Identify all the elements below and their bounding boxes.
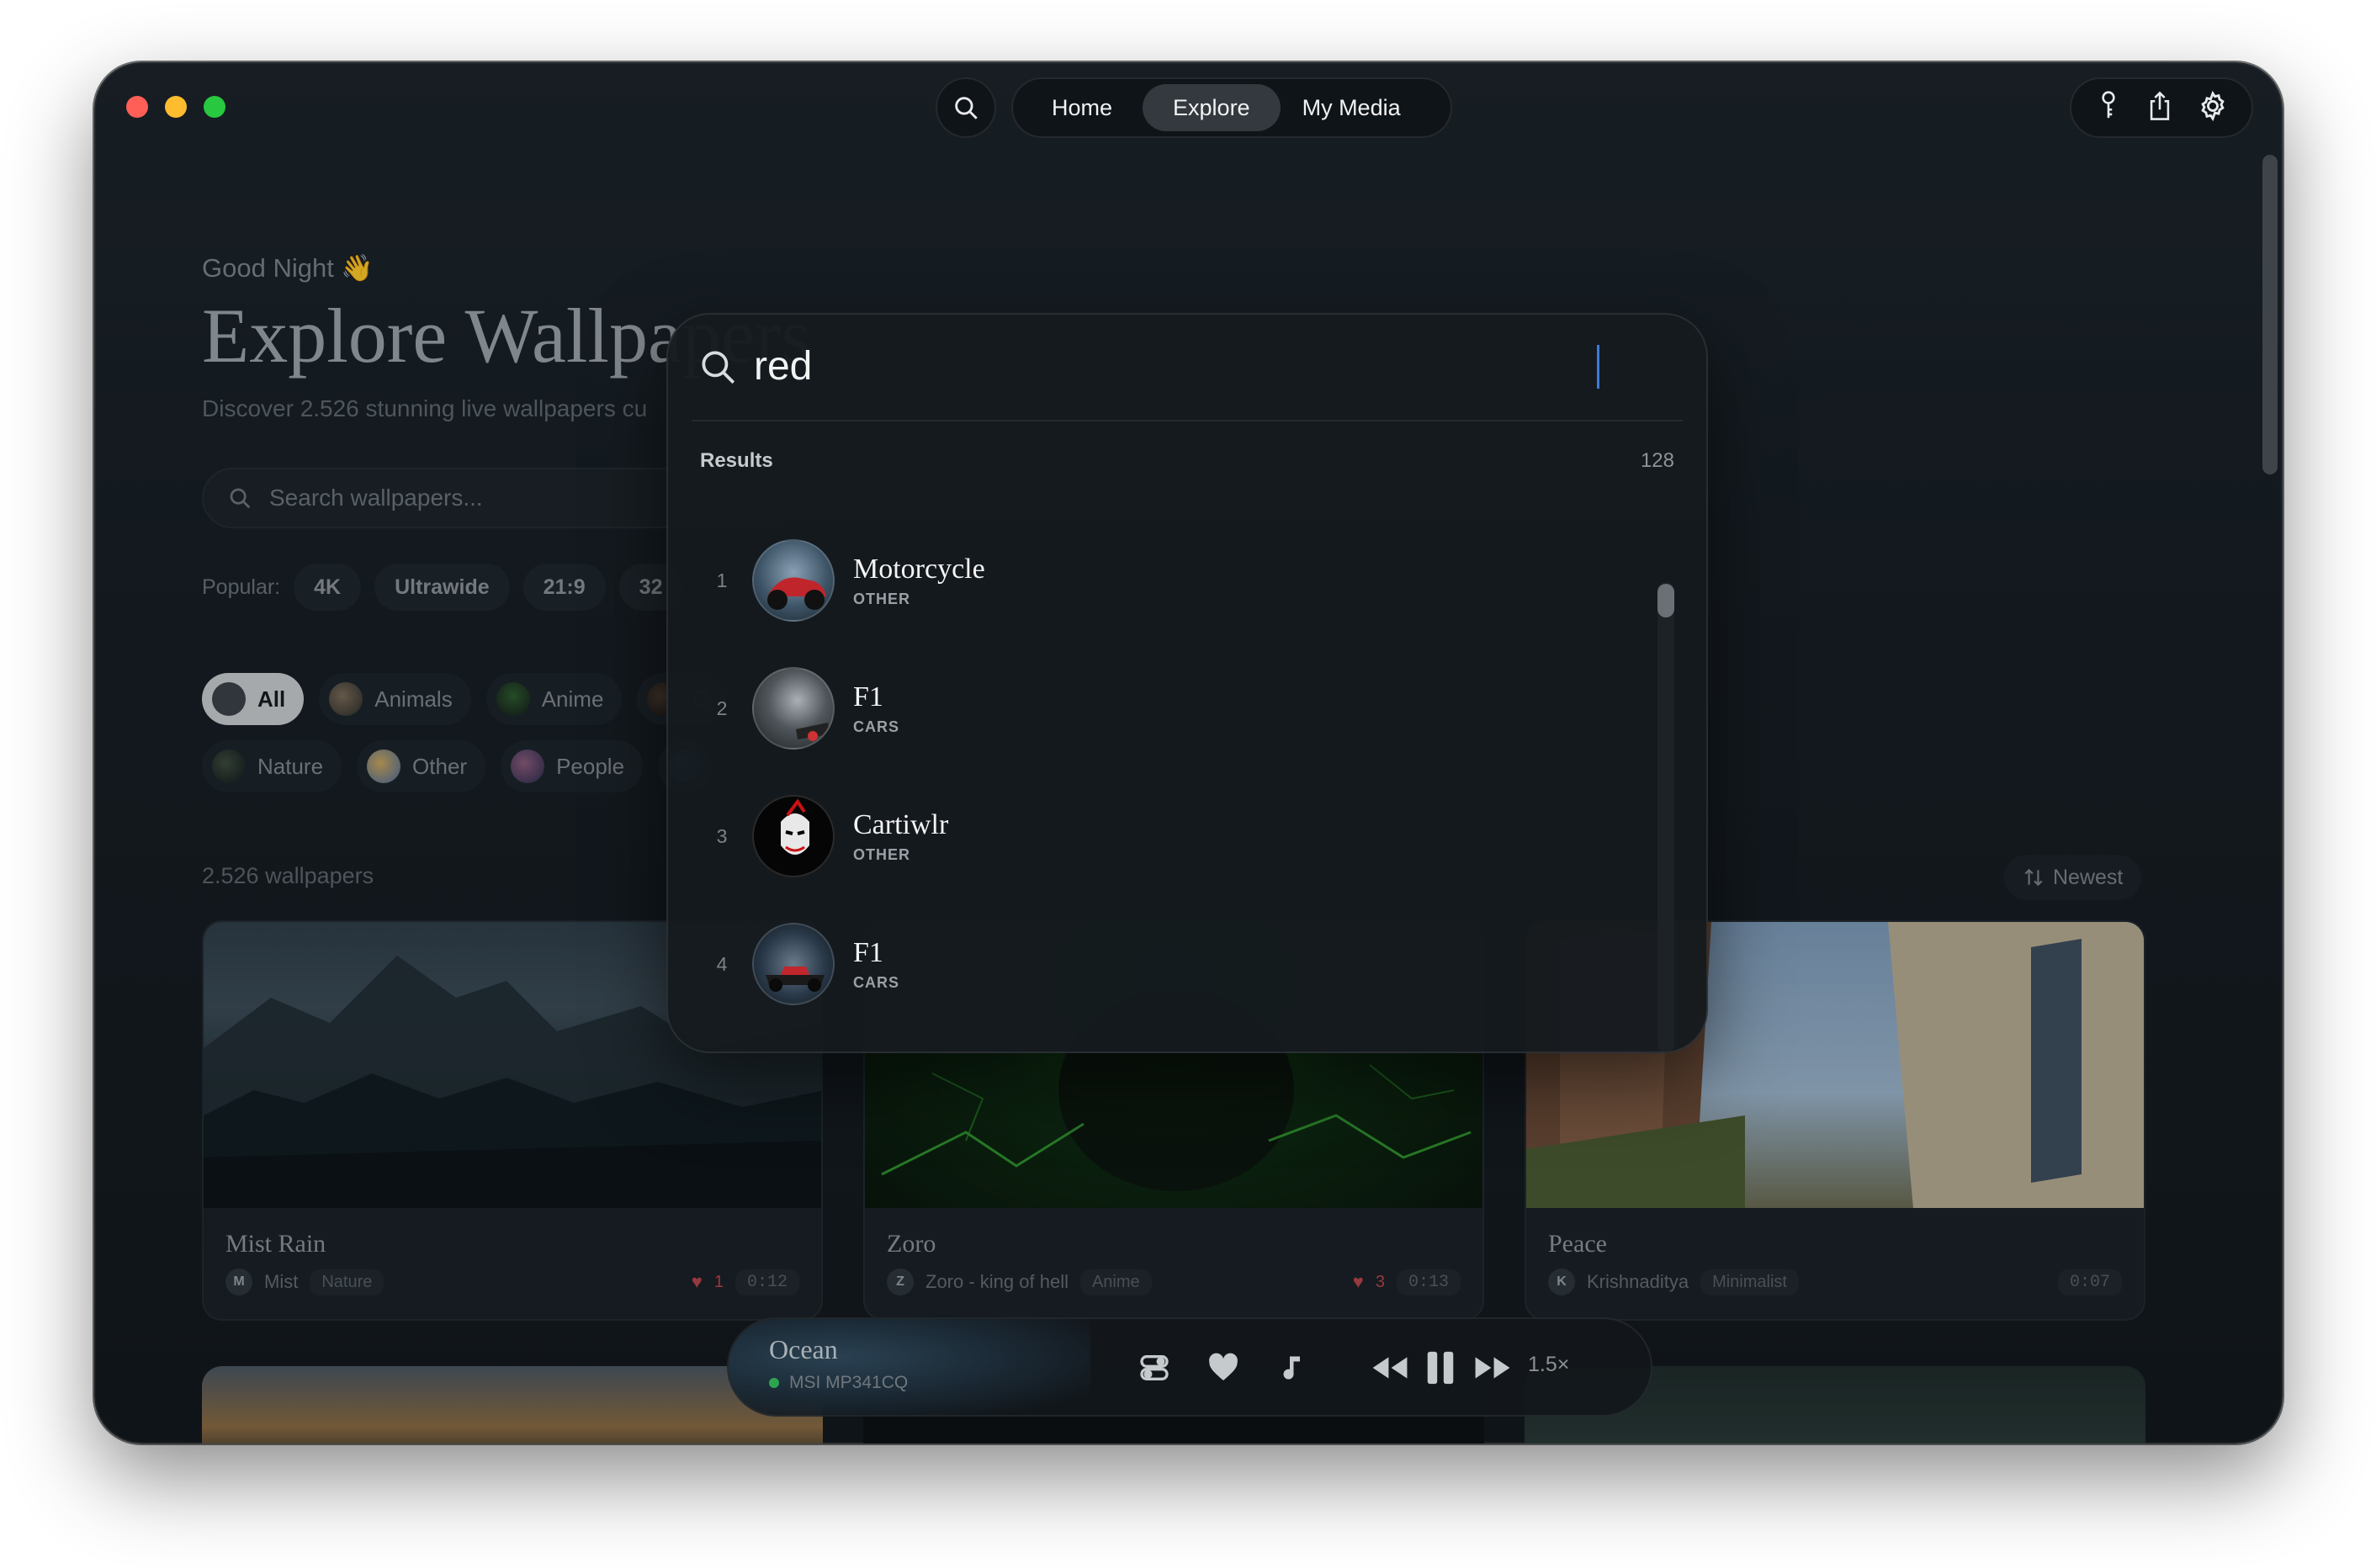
fast-forward-button[interactable] [1469,1344,1516,1391]
close-window-button[interactable] [126,96,148,118]
fast-forward-icon [1475,1357,1510,1379]
global-search-button[interactable] [936,77,996,138]
live-status-dot [769,1378,779,1388]
tab-home[interactable]: Home [1021,84,1143,131]
search-overlay: red Results 128 1 Motorcycle OTHER 2 F1 … [666,313,1708,1053]
player-title: Ocean [769,1334,838,1364]
result-category: CARS [853,973,900,991]
result-name: Motorcycle [853,553,985,585]
key-icon [2102,90,2115,118]
toggle-button[interactable] [1131,1344,1178,1391]
result-index: 2 [716,697,728,719]
result-text: Motorcycle OTHER [853,554,985,608]
toolbar-actions [2070,77,2253,138]
overlay-divider [692,420,1683,421]
result-text: Cartiwlr OTHER [853,809,948,864]
result-thumbnail [752,667,835,750]
tab-my-media[interactable]: My Media [1281,84,1423,131]
key-button[interactable] [2094,90,2123,126]
result-item[interactable]: 4 F1 CARS [700,900,1673,1028]
result-item[interactable]: 3 Cartiwlr OTHER [700,772,1673,900]
settings-button[interactable] [2197,90,2229,126]
minimize-window-button[interactable] [165,96,187,118]
gear-icon [2200,90,2225,121]
music-note-icon [1283,1356,1300,1380]
result-thumbnail [752,795,835,877]
result-thumbnail [752,539,835,622]
now-playing-bar: Ocean MSI MP341CQ 1.5× [727,1317,1652,1417]
results-scrollbar[interactable] [1657,582,1674,1052]
result-thumbnail [752,923,835,1005]
result-name: F1 [853,936,883,968]
result-item[interactable]: 1 Motorcycle OTHER [700,516,1673,644]
favorite-button[interactable] [1200,1344,1247,1391]
pause-button[interactable] [1417,1344,1464,1391]
page-scrollbar[interactable] [2262,155,2278,474]
results-header: Results 128 [700,449,1674,473]
share-button[interactable] [2145,90,2174,126]
main-nav: Home Explore My Media [1011,77,1452,138]
f1-car-image [796,723,830,741]
results-label: Results [700,449,773,472]
joker-image [781,798,809,855]
result-index: 1 [716,569,728,591]
result-item-partial[interactable] [700,1028,1673,1052]
rewind-icon [1372,1357,1408,1379]
rewind-button[interactable] [1366,1344,1413,1391]
result-item[interactable]: 2 F1 CARS [700,644,1673,772]
result-category: OTHER [853,845,910,863]
toggles-icon [1140,1355,1169,1380]
overlay-search-field: red [754,340,1599,394]
display-name: MSI MP341CQ [789,1373,909,1392]
player-display: MSI MP341CQ [769,1373,908,1393]
share-icon [2150,91,2170,120]
result-index: 4 [716,952,728,975]
result-text: F1 CARS [853,937,899,992]
search-icon [955,97,978,119]
tab-explore[interactable]: Explore [1143,84,1281,131]
pause-icon [1427,1351,1454,1385]
window-controls [126,96,225,118]
result-name: F1 [853,681,883,712]
motorcycle-image [767,577,826,610]
app-window: Good Night 👋 Explore Wallpapers Discover… [94,62,2283,1444]
result-name: Cartiwlr [853,808,949,840]
result-category: OTHER [853,590,910,607]
playback-speed-button[interactable]: 1.5× [1528,1353,1569,1377]
results-count: 128 [1640,449,1674,472]
overlay-search-bar: red [697,340,1599,394]
heart-icon [1209,1353,1238,1380]
f1-car-image [766,967,825,992]
overlay-search-input[interactable]: red [754,340,1595,394]
result-category: CARS [853,718,900,735]
text-caret [1597,345,1599,389]
music-button[interactable] [1269,1344,1316,1391]
search-icon [702,351,735,384]
results-scrollbar-thumb[interactable] [1657,584,1674,617]
zoom-window-button[interactable] [204,96,225,118]
results-list: 1 Motorcycle OTHER 2 F1 CARS 3 Cartiwlr … [700,516,1673,1052]
result-index: 3 [716,824,728,847]
result-text: F1 CARS [853,681,899,736]
